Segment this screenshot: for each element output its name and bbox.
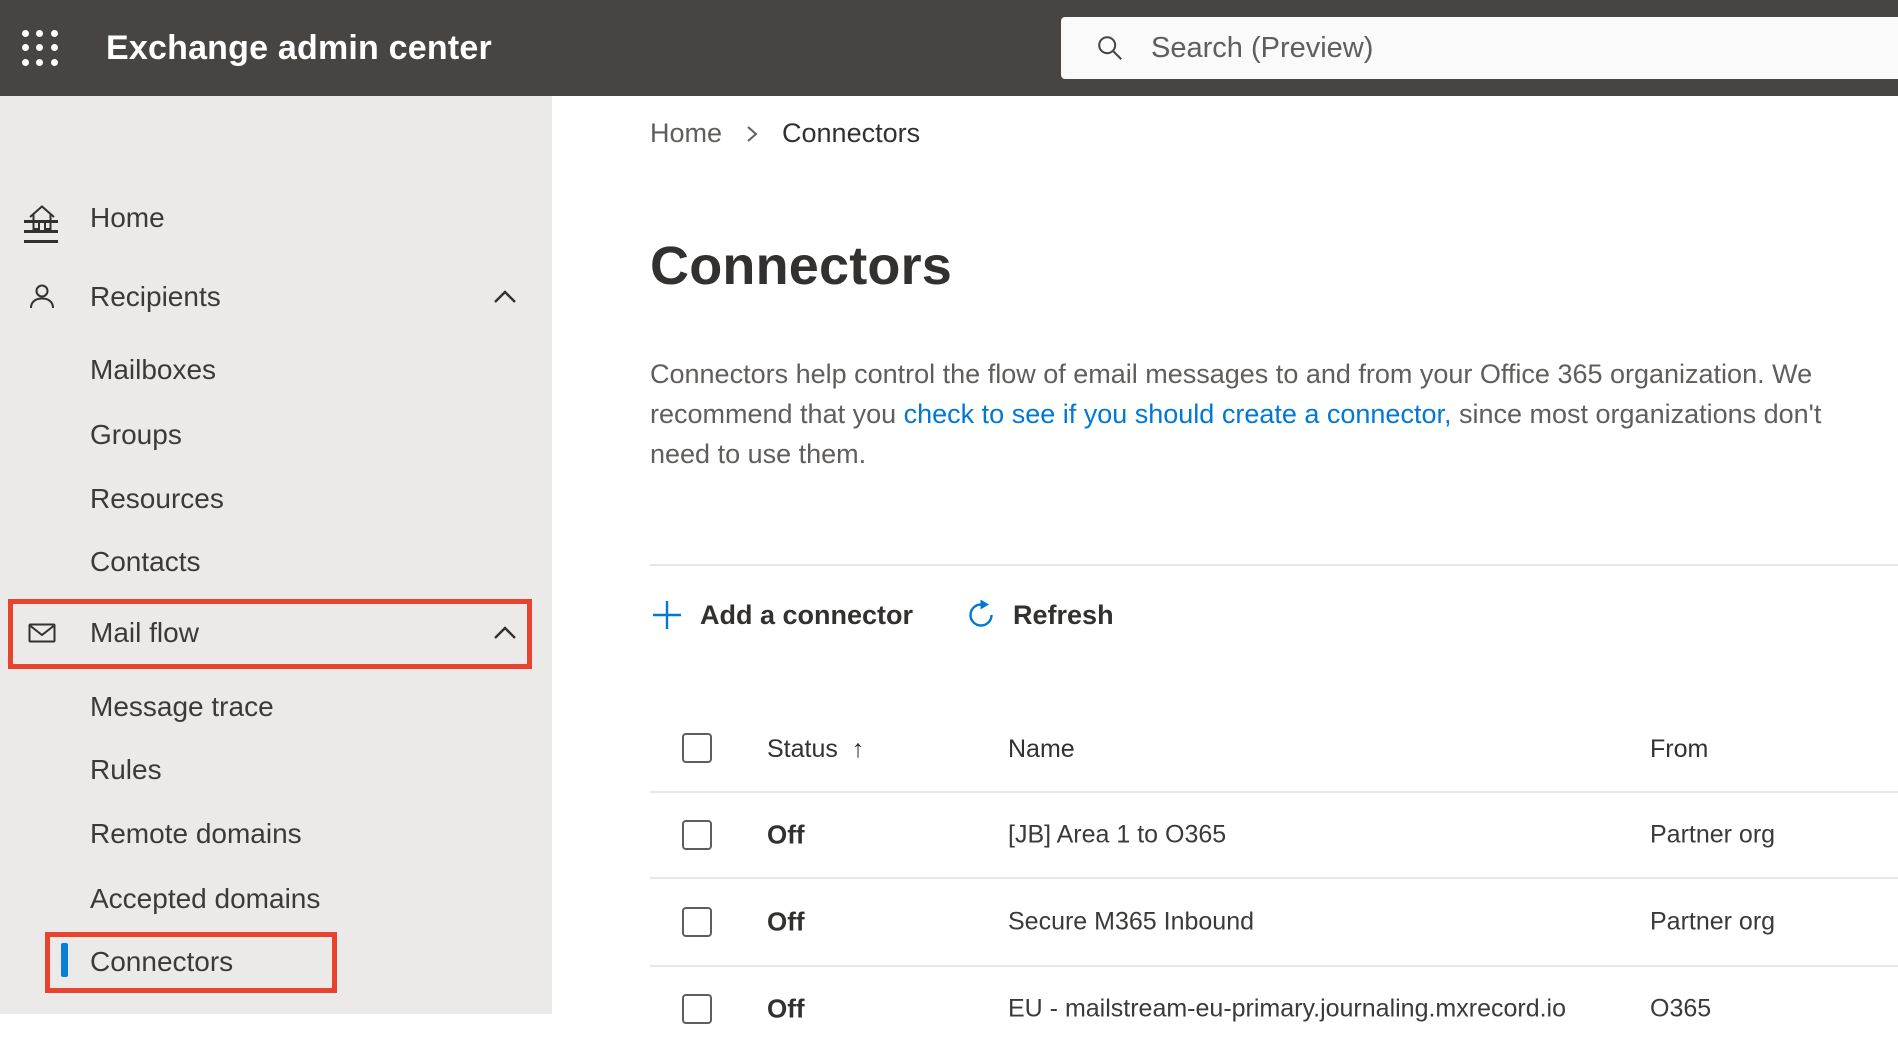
toolbar: Add a connector Refresh [650,588,1114,642]
sidebar-item-mailboxes[interactable]: Mailboxes [0,338,552,402]
cell-from: Partner org [1650,820,1776,849]
selected-indicator [61,943,68,977]
table-row[interactable]: Off [JB] Area 1 to O365 Partner org [552,792,1898,878]
cell-status: Off [767,819,805,850]
plus-icon [653,601,681,629]
page-description: Connectors help control the flow of emai… [650,354,1888,474]
sidebar-item-accepted-domains[interactable]: Accepted domains [0,867,552,931]
sidebar-item-label: Groups [90,419,182,450]
sidebar-item-label: Home [90,202,165,233]
sidebar-item-label: Accepted domains [90,883,321,914]
sidebar-item-label: Mailboxes [90,354,217,385]
main-content: Home Connectors Connectors Connectors he… [552,96,1898,1024]
chevron-up-icon[interactable] [492,288,518,306]
sidebar-item-label: Rules [90,754,162,785]
cell-name: [JB] Area 1 to O365 [1008,820,1227,849]
sidebar-item-remote-domains[interactable]: Remote domains [0,802,552,866]
refresh-button[interactable]: Refresh [965,599,1114,631]
table-row[interactable]: Off Secure M365 Inbound Partner org [552,879,1898,965]
search-box[interactable] [1061,17,1898,79]
mail-icon [28,623,56,643]
breadcrumb-home-link[interactable]: Home [650,118,722,149]
toolbar-divider [650,564,1898,566]
sidebar-item-home[interactable]: Home [0,186,552,250]
sidebar-item-label: Message trace [90,691,274,722]
search-input[interactable] [1125,17,1898,79]
row-checkbox[interactable] [682,994,712,1024]
add-connector-label: Add a connector [700,599,914,630]
person-icon [30,284,54,309]
top-app-bar: Exchange admin center [0,0,1898,96]
sidebar-item-groups[interactable]: Groups [0,403,552,467]
create-connector-check-link[interactable]: check to see if you should create a conn… [904,399,1452,429]
column-header-status[interactable]: Status ↑ [767,735,864,764]
sidebar-item-label: Resources [90,483,224,514]
sidebar-item-resources[interactable]: Resources [0,467,552,531]
sidebar-item-label: Connectors [90,946,234,977]
page-title: Connectors [650,236,953,296]
cell-status: Off [767,993,805,1024]
sidebar-item-rules[interactable]: Rules [0,738,552,802]
row-checkbox[interactable] [682,820,712,850]
cell-name: EU - mailstream-eu-primary.journaling.mx… [1008,994,1567,1023]
table-row[interactable]: Off EU - mailstream-eu-primary.journalin… [552,966,1898,1052]
sidebar-item-contacts[interactable]: Contacts [0,530,552,594]
search-icon [1098,36,1122,60]
breadcrumb-chevron-icon [744,122,760,146]
row-checkbox[interactable] [682,907,712,937]
chevron-up-icon[interactable] [492,624,518,642]
sidebar-item-label: Mail flow [90,617,199,648]
cell-from: O365 [1650,994,1712,1023]
sidebar-item-message-trace[interactable]: Message trace [0,675,552,739]
sidebar-item-label: Recipients [90,281,221,312]
select-all-checkbox[interactable] [682,733,712,763]
cell-from: Partner org [1650,907,1776,936]
add-connector-button[interactable]: Add a connector [650,598,913,632]
column-header-name[interactable]: Name [1008,735,1075,764]
sidebar-item-connectors[interactable]: Connectors [0,930,552,994]
column-header-from[interactable]: From [1650,735,1708,764]
sidebar-nav: Home Recipients Mailboxes Groups Resourc… [0,96,552,1014]
table-header: Status ↑ Name From [552,706,1898,792]
sidebar-item-label: Contacts [90,546,201,577]
refresh-icon [969,599,993,627]
sort-ascending-icon: ↑ [851,735,865,763]
app-launcher-icon[interactable] [22,30,58,66]
breadcrumb: Home Connectors [650,118,920,149]
home-icon [29,205,55,230]
breadcrumb-current: Connectors [782,118,921,148]
cell-name: Secure M365 Inbound [1008,907,1255,936]
cell-status: Off [767,906,805,937]
sidebar-item-mail-flow[interactable]: Mail flow [0,601,552,665]
sidebar-item-label: Remote domains [90,818,302,849]
sidebar-item-recipients[interactable]: Recipients [0,265,552,329]
app-title[interactable]: Exchange admin center [106,0,492,96]
refresh-label: Refresh [1013,599,1114,630]
